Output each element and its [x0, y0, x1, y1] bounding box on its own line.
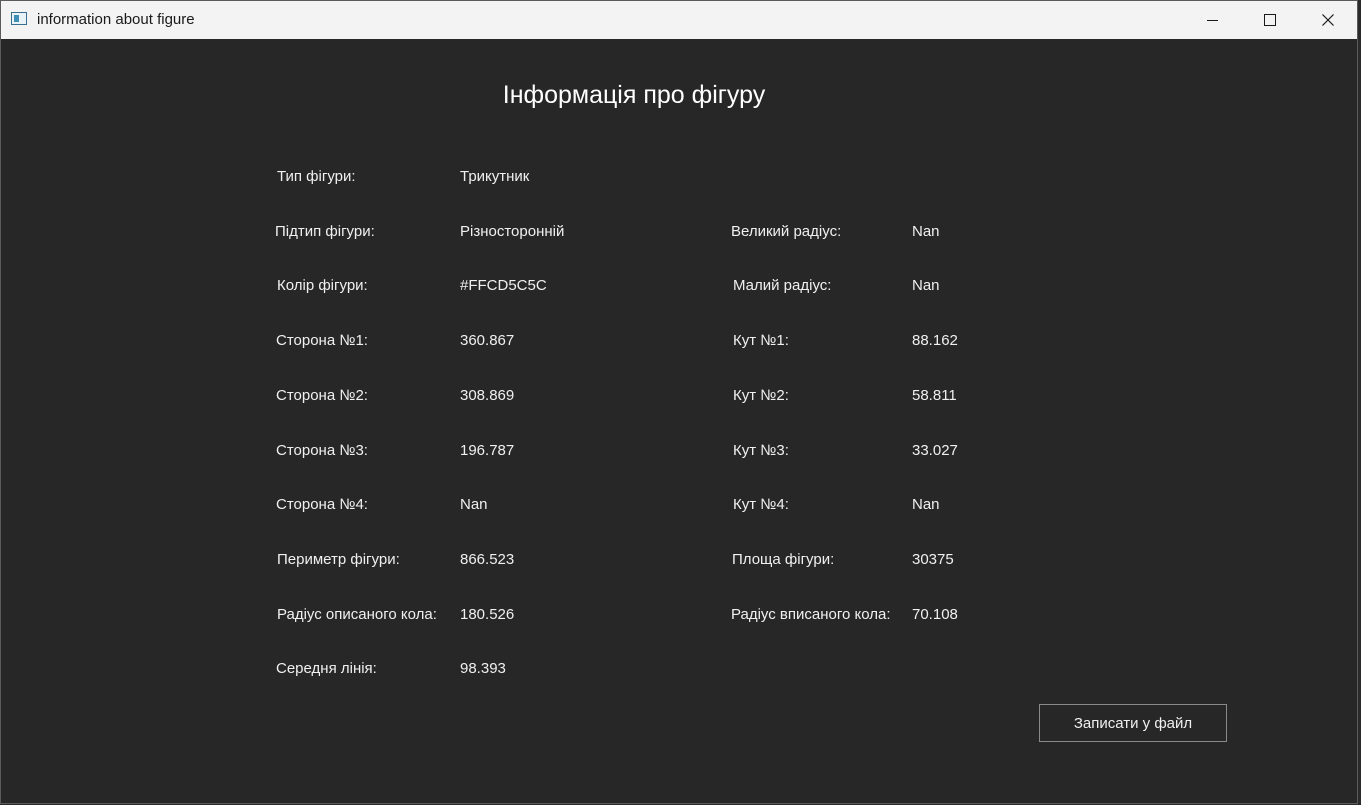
side-3-value: 196.787	[460, 442, 515, 459]
angle-2-value: 58.811	[912, 387, 957, 404]
angle-4-value: Nan	[912, 496, 940, 513]
major-radius-value: Nan	[912, 223, 940, 240]
app-window-icon	[11, 12, 27, 25]
side-1-value: 360.867	[460, 332, 515, 349]
figure-subtype-label: Підтип фігури:	[275, 223, 375, 240]
figure-type-value: Трикутник	[460, 168, 530, 185]
inradius-value: 70.108	[912, 606, 958, 623]
side-2-value: 308.869	[460, 387, 515, 404]
side-4-label: Сторона №4:	[276, 496, 368, 513]
figure-type-label: Тип фігури:	[277, 168, 356, 185]
midline-label: Середня лінія:	[276, 660, 377, 677]
angle-1-value: 88.162	[912, 332, 958, 349]
minimize-button[interactable]	[1183, 1, 1241, 39]
save-to-file-button[interactable]: Записати у файл	[1039, 704, 1227, 742]
major-radius-label: Великий радіус:	[731, 223, 842, 240]
perimeter-value: 866.523	[460, 551, 515, 568]
figure-subtype-value: Різносторонній	[460, 223, 565, 240]
circumradius-value: 180.526	[460, 606, 515, 623]
figure-color-value: #FFCD5C5C	[460, 277, 547, 294]
side-3-label: Сторона №3:	[276, 442, 368, 459]
side-4-value: Nan	[460, 496, 488, 513]
side-1-label: Сторона №1:	[276, 332, 368, 349]
minimize-icon	[1206, 19, 1218, 21]
app-window: information about figure Інформація про …	[0, 0, 1358, 804]
close-icon	[1322, 14, 1334, 26]
perimeter-label: Периметр фігури:	[277, 551, 400, 568]
angle-1-label: Кут №1:	[733, 332, 789, 349]
window-title: information about figure	[37, 11, 195, 28]
circumradius-label: Радіус описаного кола:	[277, 606, 437, 623]
figure-info-panel: Інформація про фігуру Тип фігури: Трикут…	[1, 39, 1357, 803]
angle-3-value: 33.027	[912, 442, 958, 459]
angle-3-label: Кут №3:	[733, 442, 789, 459]
page-title: Інформація про фігуру	[502, 81, 766, 109]
midline-value: 98.393	[460, 660, 506, 677]
angle-2-label: Кут №2:	[733, 387, 789, 404]
title-bar[interactable]: information about figure	[1, 1, 1357, 39]
side-2-label: Сторона №2:	[276, 387, 368, 404]
figure-color-label: Колір фігури:	[277, 277, 368, 294]
inradius-label: Радіус вписаного кола:	[731, 606, 891, 623]
area-label: Площа фігури:	[732, 551, 835, 568]
area-value: 30375	[912, 551, 954, 568]
close-button[interactable]	[1299, 1, 1357, 39]
maximize-button[interactable]	[1241, 1, 1299, 39]
minor-radius-label: Малий радіус:	[733, 277, 832, 294]
angle-4-label: Кут №4:	[733, 496, 789, 513]
maximize-icon	[1264, 14, 1276, 26]
minor-radius-value: Nan	[912, 277, 940, 294]
